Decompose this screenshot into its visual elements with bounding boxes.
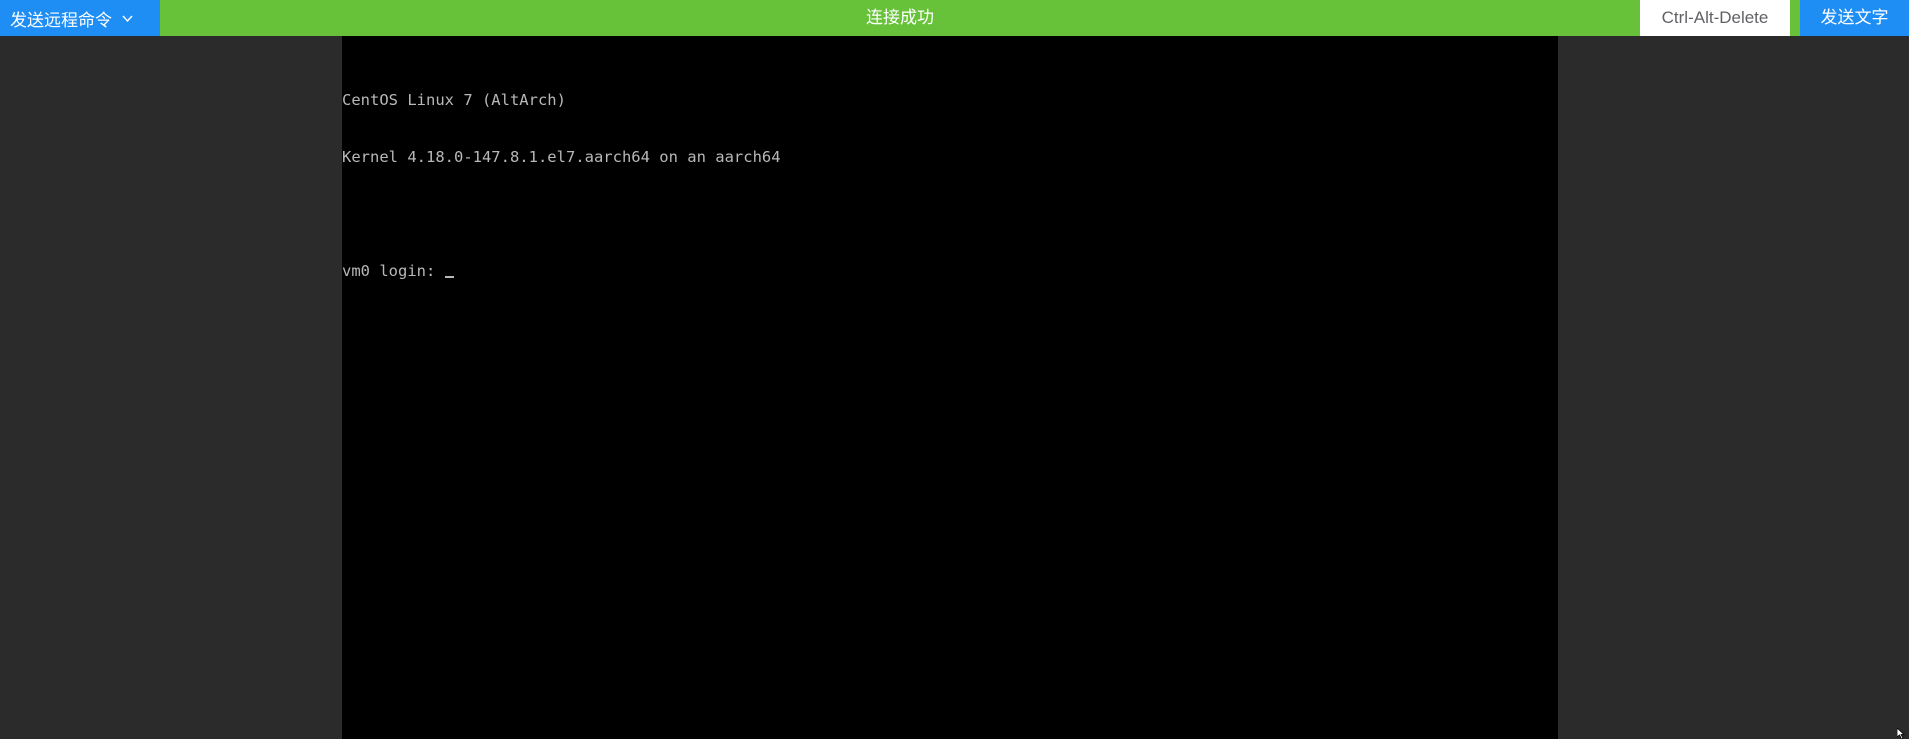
send-remote-command-dropdown[interactable]: 发送远程命令 (0, 0, 160, 36)
text-cursor (444, 276, 454, 278)
ctrl-alt-delete-button[interactable]: Ctrl-Alt-Delete (1640, 0, 1790, 36)
console-output: CentOS Linux 7 (AltArch) Kernel 4.18.0-1… (342, 53, 781, 319)
console-line-os: CentOS Linux 7 (AltArch) (342, 91, 566, 109)
send-remote-command-label: 发送远程命令 (10, 10, 112, 31)
console-line-blank (342, 205, 781, 224)
connection-status: 连接成功 (866, 8, 934, 28)
top-toolbar: 发送远程命令 连接成功 Ctrl-Alt-Delete 发送文字 (0, 0, 1909, 36)
login-prompt: vm0 login: (342, 262, 445, 280)
send-text-button[interactable]: 发送文字 (1800, 0, 1909, 36)
console-line-kernel: Kernel 4.18.0-147.8.1.el7.aarch64 on an … (342, 148, 781, 166)
console-line-login: vm0 login: (342, 262, 781, 281)
mouse-pointer-icon (1897, 728, 1906, 739)
vnc-console-screen[interactable]: CentOS Linux 7 (AltArch) Kernel 4.18.0-1… (342, 36, 1558, 739)
chevron-down-icon (122, 15, 133, 22)
